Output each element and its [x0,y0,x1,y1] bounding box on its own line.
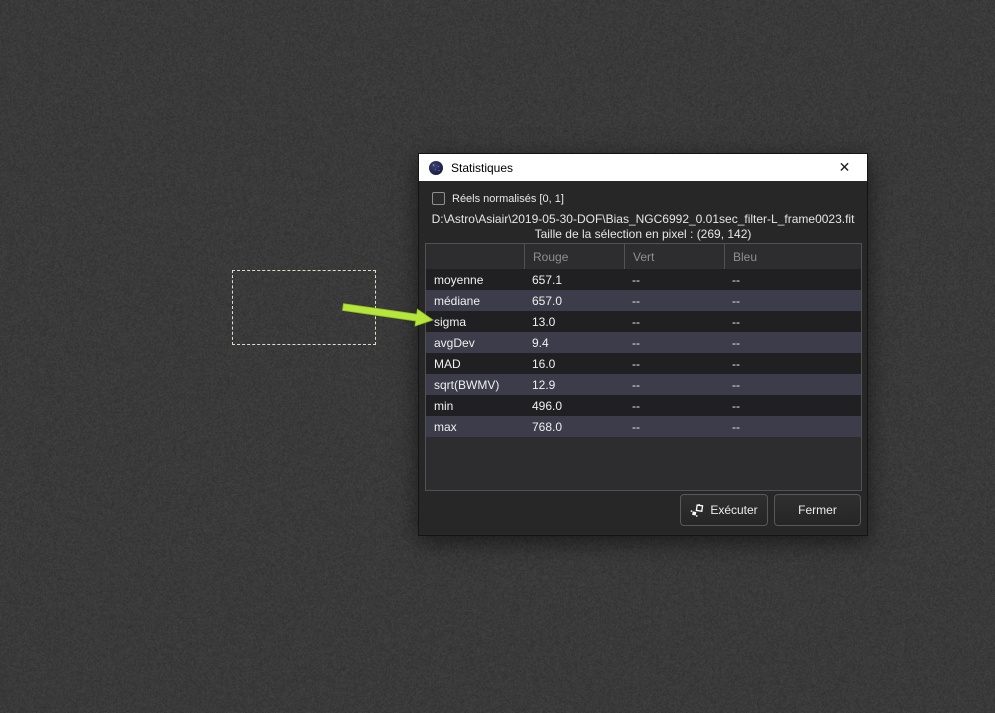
reels-normalises-row: Réels normalisés [0, 1] [432,192,564,205]
stat-value-bleu: -- [725,332,861,353]
header-cell-empty [426,244,525,269]
stat-value-bleu: -- [725,290,861,311]
stat-value-bleu: -- [725,374,861,395]
table-row[interactable]: moyenne657.1---- [426,269,861,290]
execute-button-label: Exécuter [710,503,757,517]
stat-label-cell: médiane [426,290,525,311]
stat-label-cell: sigma [426,311,525,332]
reels-normalises-checkbox[interactable] [432,192,445,205]
execute-gears-icon [690,503,705,518]
stat-value-rouge: 657.1 [525,269,625,290]
table-row[interactable]: min496.0---- [426,395,861,416]
statistics-table: Rouge Vert Bleu moyenne657.1----médiane6… [425,243,862,491]
execute-button[interactable]: Exécuter [680,494,768,526]
dialog-button-row: Exécuter Fermer [419,494,867,526]
stat-value-vert: -- [625,290,725,311]
stat-label-cell: min [426,395,525,416]
stat-value-vert: -- [625,353,725,374]
stat-value-vert: -- [625,416,725,437]
close-icon[interactable]: ✕ [822,154,867,181]
stat-label-cell: moyenne [426,269,525,290]
annotation-arrow-icon [336,300,440,332]
table-row[interactable]: médiane657.0---- [426,290,861,311]
stat-value-rouge: 13.0 [525,311,625,332]
file-path-text: D:\Astro\Asiair\2019-05-30-DOF\Bias_NGC6… [419,212,867,226]
stat-value-vert: -- [625,395,725,416]
fermer-button-label: Fermer [798,503,837,517]
stat-value-rouge: 12.9 [525,374,625,395]
siril-app-icon [428,160,444,176]
stat-value-vert: -- [625,269,725,290]
stat-value-vert: -- [625,311,725,332]
table-body: moyenne657.1----médiane657.0----sigma13.… [426,269,861,437]
stat-value-rouge: 496.0 [525,395,625,416]
stat-label-cell: MAD [426,353,525,374]
stat-value-rouge: 16.0 [525,353,625,374]
stat-value-bleu: -- [725,416,861,437]
table-row[interactable]: max768.0---- [426,416,861,437]
stat-label-cell: avgDev [426,332,525,353]
header-cell-vert: Vert [625,244,725,269]
table-row[interactable]: sqrt(BWMV)12.9---- [426,374,861,395]
stat-label-cell: sqrt(BWMV) [426,374,525,395]
stat-value-bleu: -- [725,353,861,374]
header-cell-bleu: Bleu [725,244,861,269]
stat-label-cell: max [426,416,525,437]
table-header-row: Rouge Vert Bleu [426,244,861,269]
dialog-titlebar[interactable]: Statistiques ✕ [419,154,867,181]
statistics-dialog: Statistiques ✕ Réels normalisés [0, 1] D… [418,153,868,536]
selection-size-text: Taille de la sélection en pixel : (269, … [419,227,867,241]
dialog-title: Statistiques [451,161,822,175]
stat-value-vert: -- [625,332,725,353]
stat-value-vert: -- [625,374,725,395]
table-row[interactable]: avgDev9.4---- [426,332,861,353]
stat-value-bleu: -- [725,395,861,416]
table-row[interactable]: MAD16.0---- [426,353,861,374]
stat-value-bleu: -- [725,269,861,290]
header-cell-rouge: Rouge [525,244,625,269]
stat-value-rouge: 657.0 [525,290,625,311]
fermer-button[interactable]: Fermer [774,494,861,526]
reels-normalises-label: Réels normalisés [0, 1] [452,193,564,205]
siril-app-window: Statistiques ✕ Réels normalisés [0, 1] D… [0,0,995,713]
stat-value-rouge: 768.0 [525,416,625,437]
table-row[interactable]: sigma13.0---- [426,311,861,332]
stat-value-rouge: 9.4 [525,332,625,353]
stat-value-bleu: -- [725,311,861,332]
